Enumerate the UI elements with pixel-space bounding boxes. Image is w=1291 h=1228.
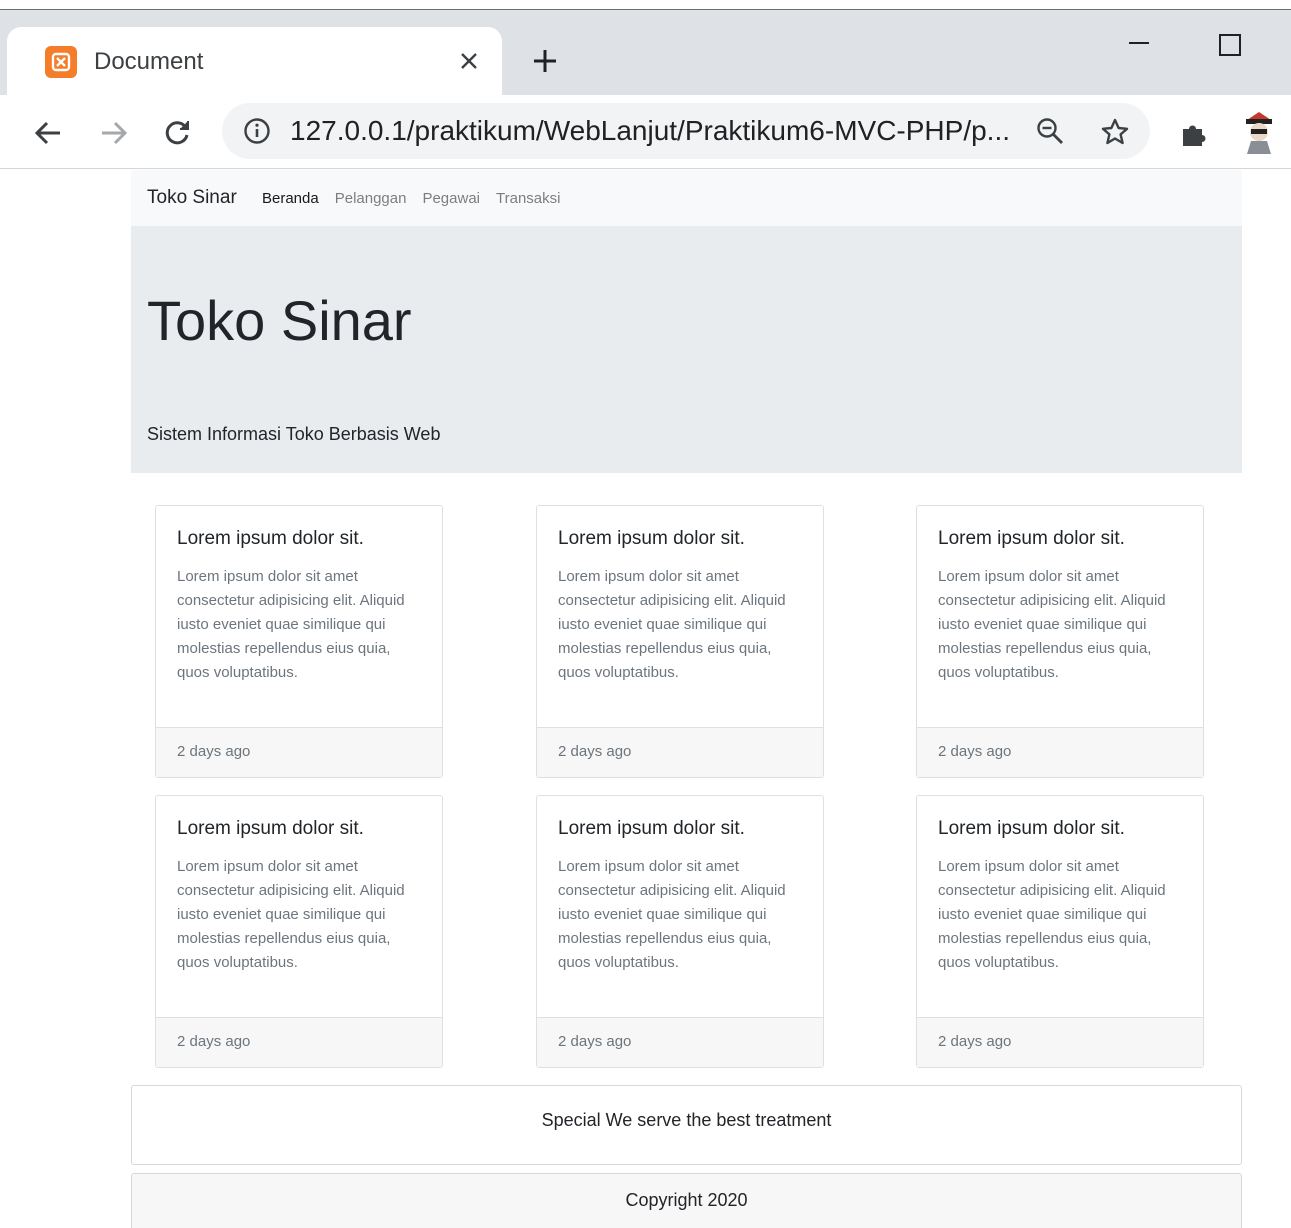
navbar: Toko Sinar Beranda Pelanggan Pegawai Tra… [131,170,1242,226]
address-bar[interactable]: 127.0.0.1/praktikum/WebLanjut/Praktikum6… [222,103,1150,159]
card-footer: 2 days ago [156,1017,442,1067]
minimize-icon[interactable] [1124,30,1154,60]
card-title: Lorem ipsum dolor sit. [558,818,745,839]
browser-toolbar: 127.0.0.1/praktikum/WebLanjut/Praktikum6… [0,95,1291,169]
card-footer: 2 days ago [156,727,442,777]
nav-links: Beranda Pelanggan Pegawai Transaksi [262,190,576,207]
tab-strip: Document [0,10,1291,95]
puzzle-icon[interactable] [1174,113,1214,153]
zoom-out-icon[interactable] [1034,115,1066,147]
card-footer: 2 days ago [537,727,823,777]
xampp-favicon [45,46,77,78]
card: Lorem ipsum dolor sit. Lorem ipsum dolor… [155,795,443,1068]
card-footer-text: 2 days ago [558,1033,632,1050]
card: Lorem ipsum dolor sit. Lorem ipsum dolor… [536,795,824,1068]
page-container: Toko Sinar Beranda Pelanggan Pegawai Tra… [131,170,1242,1228]
tab-title: Document [94,48,204,75]
card-text: Lorem ipsum dolor sit amet consectetur a… [177,858,405,971]
page-footer: Copyright 2020 [131,1173,1242,1228]
back-arrow-icon[interactable] [28,113,68,153]
card-text: Lorem ipsum dolor sit amet consectetur a… [938,568,1166,681]
card-footer-text: 2 days ago [177,743,251,760]
avatar[interactable] [1236,109,1282,155]
card: Lorem ipsum dolor sit. Lorem ipsum dolor… [916,505,1204,778]
jumbotron-title: Toko Sinar [147,289,412,352]
jumbotron: Toko Sinar Sistem Informasi Toko Berbasi… [131,226,1242,473]
card: Lorem ipsum dolor sit. Lorem ipsum dolor… [536,505,824,778]
reload-icon[interactable] [157,113,197,153]
navbar-brand[interactable]: Toko Sinar [147,187,237,209]
card-footer-text: 2 days ago [938,1033,1012,1050]
star-icon[interactable] [1098,115,1132,149]
window-top-edge [0,0,1291,10]
card-title: Lorem ipsum dolor sit. [938,818,1125,839]
card-footer-text: 2 days ago [177,1033,251,1050]
forward-arrow-icon[interactable] [94,113,134,153]
jumbotron-lead: Sistem Informasi Toko Berbasis Web [147,424,441,444]
special-banner: Special We serve the best treatment [131,1085,1242,1165]
special-text: Special We serve the best treatment [541,1110,832,1130]
card-text: Lorem ipsum dolor sit amet consectetur a… [938,858,1166,971]
card-title: Lorem ipsum dolor sit. [558,528,745,549]
card-text: Lorem ipsum dolor sit amet consectetur a… [177,568,405,681]
card-footer: 2 days ago [537,1017,823,1067]
card: Lorem ipsum dolor sit. Lorem ipsum dolor… [155,505,443,778]
nav-link-transaksi[interactable]: Transaksi [496,190,560,207]
browser-tab[interactable]: Document [7,27,502,95]
card-footer: 2 days ago [917,727,1203,777]
nav-link-pelanggan[interactable]: Pelanggan [335,190,407,207]
plus-icon[interactable] [528,44,562,78]
close-icon[interactable] [455,47,483,75]
card-title: Lorem ipsum dolor sit. [938,528,1125,549]
card-footer: 2 days ago [917,1017,1203,1067]
nav-link-pegawai[interactable]: Pegawai [422,190,480,207]
nav-link-beranda[interactable]: Beranda [262,190,319,207]
maximize-icon[interactable] [1215,30,1245,60]
url-text[interactable]: 127.0.0.1/praktikum/WebLanjut/Praktikum6… [290,114,1010,148]
card-text: Lorem ipsum dolor sit amet consectetur a… [558,858,786,971]
card-footer-text: 2 days ago [938,743,1012,760]
card-title: Lorem ipsum dolor sit. [177,818,364,839]
card-text: Lorem ipsum dolor sit amet consectetur a… [558,568,786,681]
card: Lorem ipsum dolor sit. Lorem ipsum dolor… [916,795,1204,1068]
copyright-text: Copyright 2020 [625,1190,748,1210]
card-footer-text: 2 days ago [558,743,632,760]
card-title: Lorem ipsum dolor sit. [177,528,364,549]
info-icon[interactable] [242,116,272,146]
